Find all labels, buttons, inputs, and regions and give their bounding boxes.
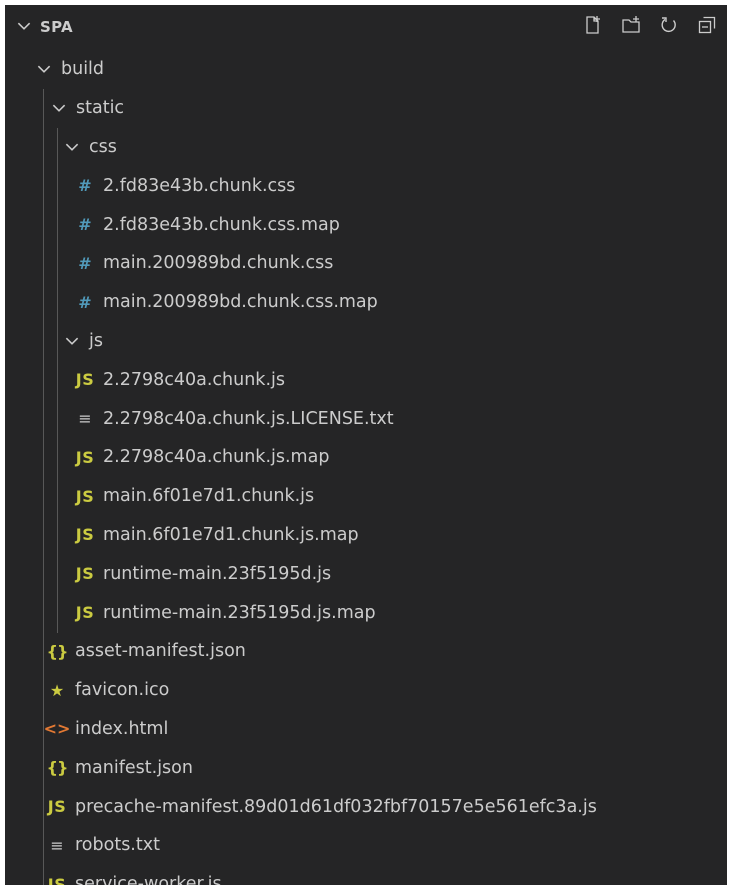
js-file-icon: JS [47,874,67,885]
js-file-icon: JS [75,447,95,467]
file-label: 2.fd83e43b.chunk.css.map [103,214,340,235]
js-file-icon: JS [75,564,95,584]
js-file-icon: JS [75,486,95,506]
file-item[interactable]: ★ favicon.ico [5,671,727,710]
file-label: 2.2798c40a.chunk.js [103,369,285,390]
file-label: index.html [75,718,169,739]
folder-static[interactable]: static [5,89,727,128]
css-file-icon: # [78,176,92,196]
json-file-icon: {} [46,641,69,661]
file-item[interactable]: # main.200989bd.chunk.css [5,244,727,283]
file-label: 2.fd83e43b.chunk.css [103,175,296,196]
folder-build[interactable]: build [5,50,727,89]
explorer-header[interactable]: SPA [5,5,727,50]
file-label: 2.2798c40a.chunk.js.map [103,447,330,468]
file-item[interactable]: {} asset-manifest.json [5,632,727,671]
refresh-icon [661,17,676,33]
file-label: main.6f01e7d1.chunk.js.map [103,524,359,545]
folder-js[interactable]: js [5,322,727,361]
text-file-icon: ≡ [78,409,92,429]
file-label: robots.txt [75,835,160,856]
file-explorer: SPA build static css # 2.fd83e43b.chunk.… [5,5,727,885]
chevron-down-icon [37,66,51,74]
js-file-icon: JS [75,603,95,623]
chevron-down-icon [52,104,66,113]
star-icon: ★ [49,680,65,700]
file-item[interactable]: <> index.html [5,710,727,749]
chevron-down-icon [65,143,79,151]
file-item[interactable]: JS runtime-main.23f5195d.js [5,554,727,593]
css-file-icon: # [78,215,92,235]
file-item[interactable]: JS service-worker.js [5,865,727,885]
explorer-actions [581,13,719,37]
json-file-icon: {} [46,758,69,778]
collapse-all-icon [698,16,716,34]
file-item[interactable]: {} manifest.json [5,748,727,787]
folder-css[interactable]: css [5,128,727,167]
refresh-button[interactable] [657,13,681,37]
text-file-icon: ≡ [50,835,64,855]
file-label: manifest.json [75,757,193,778]
folder-label: build [61,59,105,80]
folder-label: css [89,136,117,157]
file-item[interactable]: JS runtime-main.23f5195d.js.map [5,593,727,632]
new-folder-icon [622,16,640,33]
new-file-button[interactable] [581,13,605,37]
file-label: precache-manifest.89d01d61df032fbf70157e… [75,796,597,817]
file-label: main.200989bd.chunk.css [103,253,334,274]
css-file-icon: # [78,253,92,273]
workspace-title: SPA [40,18,73,36]
file-label: 2.2798c40a.chunk.js.LICENSE.txt [103,408,394,429]
file-item[interactable]: # main.200989bd.chunk.css.map [5,283,727,322]
file-label: favicon.ico [75,680,170,701]
css-file-icon: # [78,292,92,312]
collapse-all-button[interactable] [695,13,719,37]
file-item[interactable]: # 2.fd83e43b.chunk.css [5,166,727,205]
file-item[interactable]: JS 2.2798c40a.chunk.js [5,360,727,399]
file-item[interactable]: JS main.6f01e7d1.chunk.js [5,477,727,516]
new-folder-button[interactable] [619,13,643,37]
file-item[interactable]: # 2.fd83e43b.chunk.css.map [5,205,727,244]
new-file-icon [586,16,600,34]
folder-label: static [76,98,125,119]
file-item[interactable]: ≡ 2.2798c40a.chunk.js.LICENSE.txt [5,399,727,438]
folder-label: js [89,330,103,351]
file-label: service-worker.js [75,874,222,885]
file-item[interactable]: JS 2.2798c40a.chunk.js.map [5,438,727,477]
file-label: main.200989bd.chunk.css.map [103,292,378,313]
file-tree: build static css # 2.fd83e43b.chunk.css … [5,50,727,885]
file-label: runtime-main.23f5195d.js [103,563,332,584]
html-file-icon: <> [43,719,71,739]
js-file-icon: JS [75,525,95,545]
file-item[interactable]: ≡ robots.txt [5,826,727,865]
file-label: asset-manifest.json [75,641,246,662]
file-item[interactable]: JS precache-manifest.89d01d61df032fbf701… [5,787,727,826]
chevron-down-icon [65,337,79,345]
chevron-down-icon[interactable] [15,17,33,35]
file-item[interactable]: JS main.6f01e7d1.chunk.js.map [5,516,727,555]
js-file-icon: JS [47,797,67,817]
file-label: main.6f01e7d1.chunk.js [103,486,315,507]
file-label: runtime-main.23f5195d.js.map [103,602,376,623]
js-file-icon: JS [75,370,95,390]
